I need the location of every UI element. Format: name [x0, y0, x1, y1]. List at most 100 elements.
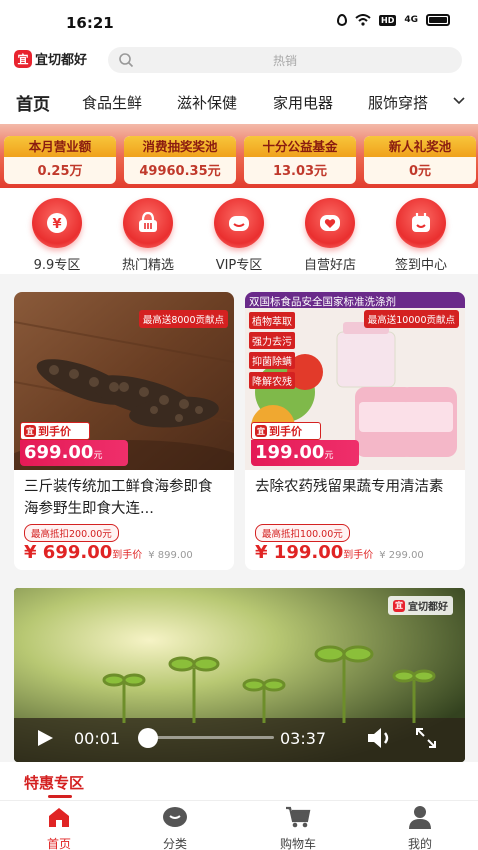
logo-mark-icon: 宜 — [393, 599, 405, 612]
play-icon[interactable] — [36, 729, 54, 747]
tab-health[interactable]: 滋补保健 — [177, 92, 237, 113]
price-tag: 宜 到手价 199.00元 — [251, 422, 363, 468]
price-tag-unit: 元 — [93, 451, 103, 461]
feature-tag: 植物萃取 — [249, 312, 295, 329]
price-tag-value: 699.00元 — [20, 440, 128, 466]
status-time: 16:21 — [66, 14, 114, 32]
logo-mark-icon: 宜 — [14, 49, 32, 68]
category-icon — [163, 807, 187, 827]
stat-card[interactable]: 消费抽奖奖池 49960.35元 — [124, 136, 236, 184]
shortcut-vip-zone[interactable]: VIP专区 — [199, 198, 279, 273]
stats-banner: 本月营业额 0.25万 消费抽奖奖池 49960.35元 十分公益基金 13.0… — [0, 124, 478, 188]
deduct-badge: 最高抵扣100.00元 — [255, 524, 350, 542]
video-logo-text: 宜切都好 — [408, 602, 448, 613]
price-tag-unit: 元 — [324, 451, 334, 461]
status-icons: HD 4G — [337, 14, 450, 26]
tab-appliances[interactable]: 家用电器 — [273, 92, 333, 113]
video-logo: 宜 宜切都好 — [388, 596, 453, 615]
special-title[interactable]: 特惠专区 — [24, 772, 84, 793]
feature-tags: 植物萃取 强力去污 抑菌除螨 降解农残 — [249, 312, 295, 389]
shortcut-hot-picks[interactable]: 热门精选 — [108, 198, 188, 273]
svg-text:¥: ¥ — [52, 217, 61, 232]
special-section-header: 特惠专区 — [0, 762, 478, 800]
logo-text: 宜切都好 — [35, 53, 88, 68]
stat-value: 0.25万 — [37, 164, 83, 179]
price-unit: 到手价 — [112, 550, 143, 561]
product-image-detergent: 双国标食品安全国家标准洗涤剂 最高送10000贡献点 植物萃取 强力去污 抑菌除… — [245, 292, 465, 470]
reward-badge: 最高送8000贡献点 — [138, 310, 228, 328]
shortcut-9-9-zone[interactable]: ¥ 9.9专区 — [17, 198, 97, 273]
product-title: 三斤装传统加工鲜食海参即食海参野生即食大连... — [24, 479, 213, 517]
price-tag-value: 199.00元 — [251, 440, 359, 466]
reward-badge: 最高送10000贡献点 — [363, 310, 459, 328]
current-price: ¥ 199.00 — [255, 542, 344, 563]
product-card[interactable]: 最高送8000贡献点 宜 到手价 699.00元 三斤装传统加工鲜食海参即食海参… — [14, 292, 234, 570]
tab-bar-home[interactable]: 首页 — [19, 805, 99, 850]
shortcut-own-stores[interactable]: 自营好店 — [290, 198, 370, 273]
tab-bar-category[interactable]: 分类 — [135, 805, 215, 850]
home-icon — [49, 808, 69, 827]
feature-tag: 强力去污 — [249, 332, 295, 349]
shortcut-label: 签到中心 — [394, 258, 447, 273]
yen-icon: ¥ — [32, 198, 82, 248]
status-bar: 16:21 HD 4G — [0, 0, 478, 44]
calendar-check-icon — [396, 198, 446, 248]
smile-icon — [214, 198, 264, 248]
price-tag-label: 到手价 — [38, 425, 71, 438]
deduct-badge: 最高抵扣200.00元 — [24, 524, 119, 542]
price-unit: 到手价 — [343, 550, 374, 561]
tab-fresh-food[interactable]: 食品生鲜 — [82, 92, 142, 113]
price-tag-header: 宜 到手价 — [251, 422, 321, 440]
stat-title: 消费抽奖奖池 — [124, 136, 236, 157]
feature-tag: 降解农残 — [249, 372, 295, 389]
product-image-sea-cucumber: 最高送8000贡献点 宜 到手价 699.00元 — [14, 292, 234, 470]
app-logo[interactable]: 宜 宜切都好 — [14, 49, 87, 68]
price-tag-header: 宜 到手价 — [20, 422, 90, 440]
tab-label: 分类 — [162, 837, 187, 850]
logo-mark-icon: 宜 — [255, 425, 267, 437]
current-price: ¥ 699.00 — [24, 542, 113, 563]
video-player[interactable]: 宜 宜切都好 00:01 03:37 — [14, 588, 465, 762]
signal-icon: 4G — [404, 15, 418, 25]
product-banner: 双国标食品安全国家标准洗涤剂 — [249, 296, 396, 308]
shortcut-checkin-center[interactable]: 签到中心 — [381, 198, 461, 273]
volume-icon[interactable] — [366, 726, 394, 750]
stat-value: 0元 — [408, 164, 432, 179]
shortcut-label: 热门精选 — [121, 258, 174, 273]
app-screen: 16:21 HD 4G 宜 宜切都好 热销 首页 食品生鲜 滋补保健 家用电器 … — [0, 0, 478, 850]
product-price: ¥ 199.00到手价 ¥ 299.00 — [255, 542, 424, 563]
video-duration: 03:37 — [280, 729, 327, 748]
shopping-basket-icon — [123, 198, 173, 248]
stat-card[interactable]: 新人礼奖池 0元 — [364, 136, 476, 184]
tab-apparel[interactable]: 服饰穿搭 — [368, 92, 428, 113]
heart-icon — [305, 198, 355, 248]
original-price: ¥ 299.00 — [379, 550, 424, 561]
stat-title: 新人礼奖池 — [364, 136, 476, 157]
fullscreen-icon[interactable] — [414, 726, 438, 750]
tab-label: 首页 — [46, 837, 71, 850]
stat-card[interactable]: 十分公益基金 13.03元 — [244, 136, 356, 184]
product-card[interactable]: 双国标食品安全国家标准洗涤剂 最高送10000贡献点 植物萃取 强力去污 抑菌除… — [245, 292, 465, 570]
stat-card[interactable]: 本月营业额 0.25万 — [4, 136, 116, 184]
feature-tag: 抑菌除螨 — [249, 352, 295, 369]
shortcut-label: VIP专区 — [215, 258, 263, 273]
logo-mark-icon: 宜 — [24, 425, 36, 437]
category-nav: 首页 食品生鲜 滋补保健 家用电器 服饰穿搭 — [0, 80, 478, 124]
video-current-time: 00:01 — [74, 729, 121, 748]
search-input[interactable]: 热销 — [108, 47, 462, 73]
video-progress-track[interactable] — [154, 736, 274, 739]
hd-icon: HD — [379, 14, 397, 26]
wifi-icon — [355, 14, 371, 26]
stat-value: 49960.35元 — [139, 164, 221, 179]
stat-value: 13.03元 — [272, 164, 328, 179]
tab-bar-cart[interactable]: 购物车 — [258, 805, 338, 850]
tab-label: 购物车 — [279, 837, 316, 850]
video-progress-knob[interactable] — [138, 728, 158, 748]
tab-bar-profile[interactable]: 我的 — [380, 805, 460, 850]
product-price: ¥ 699.00到手价 ¥ 899.00 — [24, 542, 193, 563]
tab-home[interactable]: 首页 — [16, 90, 50, 115]
stat-title: 十分公益基金 — [244, 136, 356, 157]
chevron-down-icon[interactable] — [452, 94, 466, 108]
price-tag-amount: 199.00 — [255, 442, 325, 463]
shortcut-grid: ¥ 9.9专区 热门精选 VIP专区 自营好店 签到中心 — [0, 188, 478, 274]
